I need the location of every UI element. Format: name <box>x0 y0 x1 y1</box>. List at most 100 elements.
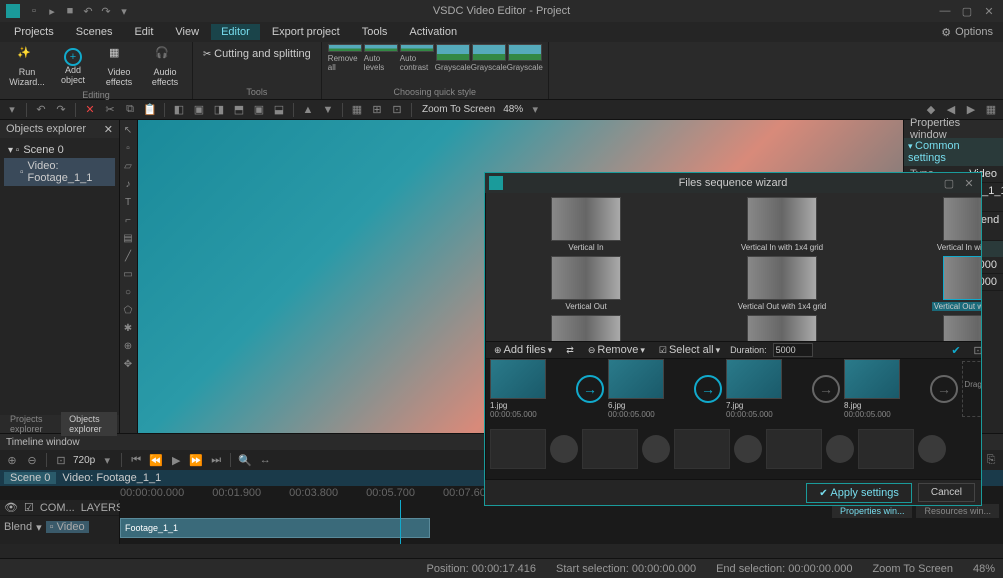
arrow-icon[interactable]: → <box>812 375 840 403</box>
close-button[interactable]: ✕ <box>981 3 997 19</box>
run-wizard-button[interactable]: ✨Run Wizard... <box>6 44 48 90</box>
add-files-button[interactable]: ⊕Add files ▾ <box>490 344 556 356</box>
qat-folder-icon[interactable]: ▸ <box>44 3 60 19</box>
undo-icon[interactable]: ↶ <box>33 102 49 118</box>
style-grayscale[interactable]: Grayscale <box>472 44 506 72</box>
menu-tools[interactable]: Tools <box>352 24 398 40</box>
sprite-tool-icon[interactable]: ✱ <box>120 320 136 336</box>
playhead[interactable] <box>400 500 401 544</box>
grid-thumb[interactable]: Vertical In with 1x8 grid <box>882 197 981 252</box>
options-button[interactable]: ⚙ Options <box>935 24 999 41</box>
file-item[interactable]: 7.jpg00:00:05.000 <box>726 359 808 419</box>
tl-bc-clip[interactable]: Video: Footage_1_1 <box>56 472 167 484</box>
counter-tool-icon[interactable]: ⊕ <box>120 338 136 354</box>
dialog-close-icon[interactable]: ✕ <box>961 175 977 191</box>
tree-scene[interactable]: ▾ ▫ Scene 0 <box>4 142 115 158</box>
cancel-button[interactable]: Cancel <box>918 483 975 502</box>
eye-icon[interactable]: 👁 <box>4 501 18 514</box>
qat-more-icon[interactable]: ▾ <box>116 3 132 19</box>
tab-properties-win[interactable]: Properties win... <box>832 504 913 518</box>
grid-thumb[interactable]: Vertical Out <box>490 256 682 311</box>
grid-icon[interactable]: ▦ <box>349 102 365 118</box>
add-object-button[interactable]: +Add object <box>52 44 94 90</box>
image-tool-icon[interactable]: ▫ <box>120 140 136 156</box>
align-top-icon[interactable]: ⬒ <box>231 102 247 118</box>
prev-kf-icon[interactable]: ◀ <box>943 102 959 118</box>
tl-play-icon[interactable]: ▶ <box>168 452 184 468</box>
style-grayscale[interactable]: Grayscale <box>436 44 470 72</box>
menu-export-project[interactable]: Export project <box>262 24 350 40</box>
arrow-icon[interactable]: → <box>694 375 722 403</box>
cutting-button[interactable]: ✂ Cutting and splitting <box>199 44 315 64</box>
tab-resources-win[interactable]: Resources win... <box>916 504 999 518</box>
empty-slot[interactable] <box>674 429 730 469</box>
style-auto-levels[interactable]: Auto levels <box>364 44 398 72</box>
tab-objects-explorer[interactable]: Objects explorer <box>61 412 117 436</box>
panel-close-icon[interactable]: ✕ <box>104 123 113 136</box>
timeline-clip[interactable]: Footage_1_1 <box>120 518 430 538</box>
next-kf-icon[interactable]: ▶ <box>963 102 979 118</box>
arrow-icon[interactable]: → <box>576 375 604 403</box>
empty-slot[interactable] <box>582 429 638 469</box>
tl-frame-size[interactable]: 720p <box>73 455 95 466</box>
grid-thumb[interactable]: Horizontal In <box>490 315 682 341</box>
grid-thumb[interactable]: Horizontal In with 4x1 grid <box>686 315 878 341</box>
empty-slot[interactable] <box>858 429 914 469</box>
chart-tool-icon[interactable]: ▤ <box>120 230 136 246</box>
audio-tool-icon[interactable]: ♪ <box>120 176 136 192</box>
zoom-pct[interactable]: 48% <box>503 104 523 115</box>
menu-editor[interactable]: Editor <box>211 24 260 40</box>
qat-undo-icon[interactable]: ↶ <box>80 3 96 19</box>
tl-start-icon[interactable]: ⏮ <box>128 452 144 468</box>
grid-thumb[interactable]: Horizontal In with 8x1 grid <box>882 315 981 341</box>
grid-thumb[interactable]: Vertical Out with 1x8 grid <box>882 256 981 311</box>
file-item[interactable]: 6.jpg00:00:05.000 <box>608 359 690 419</box>
grid2-icon[interactable]: ⊞ <box>369 102 385 118</box>
align-middle-icon[interactable]: ▣ <box>251 102 267 118</box>
tl-add-icon[interactable]: ⊕ <box>4 452 20 468</box>
snap-icon[interactable]: ⊡ <box>389 102 405 118</box>
style-remove-all[interactable]: Remove all <box>328 44 362 72</box>
copy-icon[interactable]: ⧉ <box>122 102 138 118</box>
tab-projects-explorer[interactable]: Projects explorer <box>2 412 59 436</box>
view-mode-icon[interactable]: ▦ <box>983 102 999 118</box>
redo-icon[interactable]: ↷ <box>53 102 69 118</box>
collapse-icon[interactable]: ▾ <box>4 102 20 118</box>
line-tool-icon[interactable]: ╱ <box>120 248 136 264</box>
tooltip-tool-icon[interactable]: ⌐ <box>120 212 136 228</box>
props-common[interactable]: ▾ Common settings <box>904 138 1003 166</box>
text-tool-icon[interactable]: T <box>120 194 136 210</box>
apply-settings-button[interactable]: ✔ Apply settings <box>806 483 912 503</box>
apply-check-icon[interactable]: ✔ <box>948 342 964 358</box>
minimize-button[interactable]: — <box>937 3 953 19</box>
tl-next-icon[interactable]: ⏩ <box>188 452 204 468</box>
menu-activation[interactable]: Activation <box>399 24 467 40</box>
paste-icon[interactable]: 📋 <box>142 102 158 118</box>
menu-projects[interactable]: Projects <box>4 24 64 40</box>
empty-slot[interactable] <box>766 429 822 469</box>
video-effects-button[interactable]: ▦Video effects <box>98 44 140 90</box>
grid-thumb[interactable]: Vertical In <box>490 197 682 252</box>
cursor-tool-icon[interactable]: ↖ <box>120 122 136 138</box>
layer-up-icon[interactable]: ▲ <box>300 102 316 118</box>
video-tool-icon[interactable]: ▱ <box>120 158 136 174</box>
style-grayscale[interactable]: Grayscale <box>508 44 542 72</box>
arrow-icon[interactable]: → <box>930 375 958 403</box>
file-item[interactable]: 1.jpg00:00:05.000 <box>490 359 572 419</box>
tl-remove-icon[interactable]: ⊖ <box>24 452 40 468</box>
tl-folder-icon[interactable]: ⊡ <box>53 452 69 468</box>
cut-icon[interactable]: ✂ <box>102 102 118 118</box>
grid-thumb[interactable]: Vertical In with 1x4 grid <box>686 197 878 252</box>
remove-button[interactable]: ⊖Remove ▾ <box>584 344 649 356</box>
tl-fit-icon[interactable]: ↔ <box>257 452 273 468</box>
duration-input[interactable] <box>773 343 813 357</box>
shape-tool-icon[interactable]: ⬠ <box>120 302 136 318</box>
zoom-label[interactable]: Zoom To Screen <box>418 104 499 115</box>
layer-down-icon[interactable]: ▼ <box>320 102 336 118</box>
rect-tool-icon[interactable]: ▭ <box>120 266 136 282</box>
ellipse-tool-icon[interactable]: ○ <box>120 284 136 300</box>
track-row[interactable]: Blend ▾ ▫ Video <box>0 516 119 538</box>
file-item[interactable]: 8.jpg00:00:05.000 <box>844 359 926 419</box>
tree-clip[interactable]: ▫ Video: Footage_1_1 <box>4 158 115 186</box>
align-right-icon[interactable]: ◨ <box>211 102 227 118</box>
